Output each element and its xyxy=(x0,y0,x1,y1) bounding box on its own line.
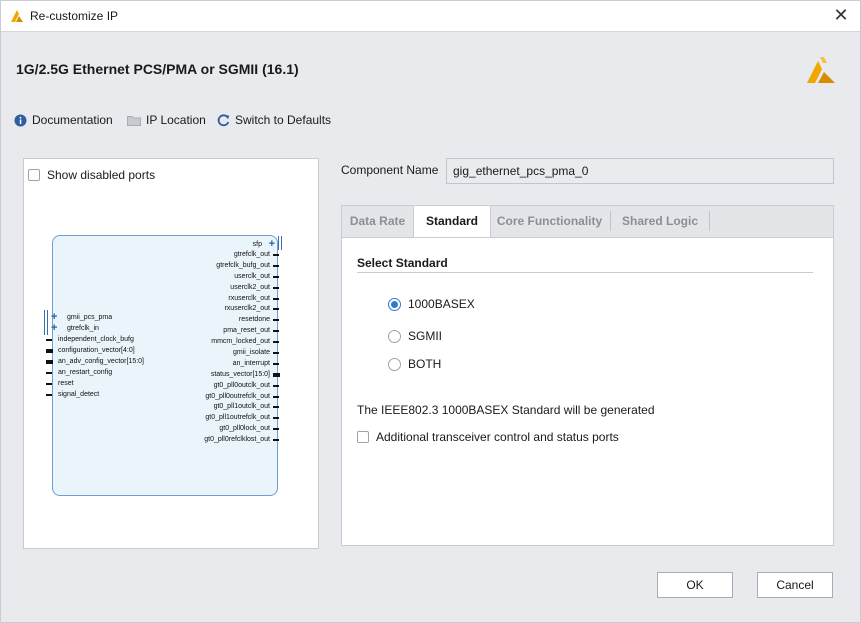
port-resetdone[interactable]: resetdone xyxy=(160,315,288,326)
port-gt0-pll1outrefclk-out[interactable]: gt0_pll1outrefclk_out xyxy=(160,413,288,424)
port-gt0-pll0lock-out[interactable]: gt0_pll0lock_out xyxy=(160,424,288,435)
port-gmii-isolate[interactable]: gmii_isolate xyxy=(160,348,288,359)
tab-core-functionality[interactable]: Core Functionality xyxy=(490,206,609,236)
port-gt0-pll0outclk-out[interactable]: gt0_pll0outclk_out xyxy=(160,381,288,392)
radio-1000basex-label: 1000BASEX xyxy=(408,297,475,311)
component-name-label: Component Name xyxy=(341,163,439,177)
port-gt0-pll0refclklost-out[interactable]: gt0_pll0refclklost_out xyxy=(160,435,288,446)
tab-standard[interactable]: Standard xyxy=(413,206,491,238)
show-disabled-ports-label: Show disabled ports xyxy=(47,168,156,182)
tab-divider xyxy=(709,211,710,231)
tab-data-rate[interactable]: Data Rate xyxy=(342,206,413,236)
port-gtrefclk-bufg-out[interactable]: gtrefclk_bufg_out xyxy=(160,261,288,272)
radio-button-selected[interactable] xyxy=(388,297,401,311)
port-gt0-pll1outclk-out[interactable]: gt0_pll1outclk_out xyxy=(160,402,288,413)
switch-to-defaults-button[interactable]: Switch to Defaults xyxy=(217,112,331,128)
folder-icon xyxy=(127,115,141,126)
info-icon xyxy=(14,114,27,126)
port-an-interrupt[interactable]: an_interrupt xyxy=(160,359,288,370)
component-name-field[interactable]: gig_ethernet_pcs_pma_0 xyxy=(446,158,834,184)
transceiver-ports-label: Additional transceiver control and statu… xyxy=(376,430,619,444)
port-status-vector[interactable]: status_vector[15:0] xyxy=(160,370,288,381)
ip-location-label: IP Location xyxy=(146,113,206,127)
refresh-icon xyxy=(217,113,230,126)
switch-to-defaults-label: Switch to Defaults xyxy=(235,113,332,127)
title-bar xyxy=(0,0,861,31)
port-gmii-pcs-pma[interactable]: + gmii_pcs_pma xyxy=(44,310,164,324)
ip-location-button[interactable]: IP Location xyxy=(127,112,206,128)
show-disabled-ports-checkbox[interactable] xyxy=(28,169,40,181)
radio-both[interactable]: BOTH xyxy=(388,357,441,371)
select-standard-title: Select Standard xyxy=(357,256,448,270)
transceiver-ports-row[interactable]: Additional transceiver control and statu… xyxy=(357,430,619,444)
section-divider xyxy=(357,272,813,273)
port-reset[interactable]: reset xyxy=(44,379,164,389)
radio-button[interactable] xyxy=(388,357,401,371)
port-sfp[interactable]: sfp + xyxy=(160,236,288,250)
transceiver-ports-checkbox[interactable] xyxy=(357,431,369,443)
show-disabled-ports-row[interactable]: Show disabled ports xyxy=(28,168,155,182)
vivado-app-icon xyxy=(11,10,23,22)
port-userclk-out[interactable]: userclk_out xyxy=(160,272,288,283)
port-gt0-pll0outrefclk-out[interactable]: gt0_pll0outrefclk_out xyxy=(160,392,288,403)
close-icon[interactable]: ✕ xyxy=(831,5,851,25)
radio-sgmii-label: SGMII xyxy=(408,329,443,343)
port-gtrefclk-in[interactable]: + gtrefclk_in xyxy=(44,321,164,335)
radio-button[interactable] xyxy=(388,329,401,343)
port-mmcm-locked-out[interactable]: mmcm_locked_out xyxy=(160,337,288,348)
xilinx-logo-icon xyxy=(807,57,835,83)
port-independent-clock-bufg[interactable]: independent_clock_bufg xyxy=(44,335,164,345)
radio-1000basex[interactable]: 1000BASEX xyxy=(388,297,475,311)
port-rxuserclk-out[interactable]: rxuserclk_out xyxy=(160,294,288,305)
port-an-adv-config-vector[interactable]: an_adv_config_vector[15:0] xyxy=(44,357,164,367)
ip-title: 1G/2.5G Ethernet PCS/PMA or SGMII (16.1) xyxy=(16,61,299,77)
port-configuration-vector[interactable]: configuration_vector[4:0] xyxy=(44,346,164,356)
window-title: Re-customize IP xyxy=(30,9,119,23)
tab-shared-logic[interactable]: Shared Logic xyxy=(611,206,709,236)
ok-button[interactable]: OK xyxy=(657,572,733,598)
port-an-restart-config[interactable]: an_restart_config xyxy=(44,368,164,378)
radio-both-label: BOTH xyxy=(408,357,442,371)
port-signal-detect[interactable]: signal_detect xyxy=(44,390,164,400)
right-ports: sfp + gtrefclk_out gtrefclk_bufg_out use… xyxy=(160,236,288,446)
left-ports: + gmii_pcs_pma + gtrefclk_in independent… xyxy=(44,310,164,401)
port-pma-reset-out[interactable]: pma_reset_out xyxy=(160,326,288,337)
cancel-button[interactable]: Cancel xyxy=(757,572,833,598)
standard-tab-panel xyxy=(341,237,834,546)
standard-info-text: The IEEE802.3 1000BASEX Standard will be… xyxy=(357,403,655,417)
port-userclk2-out[interactable]: userclk2_out xyxy=(160,283,288,294)
radio-sgmii[interactable]: SGMII xyxy=(388,329,442,343)
documentation-label: Documentation xyxy=(32,113,113,127)
port-gtrefclk-out[interactable]: gtrefclk_out xyxy=(160,250,288,261)
documentation-button[interactable]: Documentation xyxy=(14,112,113,128)
port-rxuserclk2-out[interactable]: rxuserclk2_out xyxy=(160,304,288,315)
